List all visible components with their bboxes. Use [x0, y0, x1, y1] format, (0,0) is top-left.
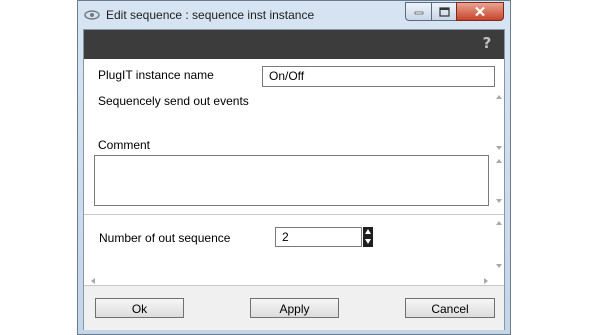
section-divider	[84, 214, 504, 215]
instance-name-label: PlugIT instance name	[98, 68, 214, 82]
dialog-window: Edit sequence : sequence inst instance ?…	[77, 0, 511, 335]
form-panel: PlugIT instance name On/Off Sequencely s…	[84, 59, 504, 285]
scroll-down-arrow-icon[interactable]	[496, 199, 502, 203]
scroll-up-arrow-icon[interactable]	[496, 159, 502, 163]
out-sequence-input[interactable]: 2	[275, 227, 362, 247]
scroll-right-arrow-icon[interactable]	[484, 278, 488, 284]
scroll-up-arrow-icon[interactable]	[496, 95, 502, 99]
scroll-down-arrow-icon[interactable]	[496, 264, 502, 268]
out-sequence-stepper[interactable]	[363, 227, 373, 247]
close-icon	[475, 6, 485, 17]
description-text: Sequencely send out events	[98, 94, 249, 108]
cancel-button[interactable]: Cancel	[405, 298, 495, 318]
stepper-down-icon[interactable]	[365, 239, 371, 244]
scroll-down-arrow-icon[interactable]	[496, 146, 502, 150]
stepper-up-icon[interactable]	[365, 229, 371, 234]
eye-icon	[84, 10, 100, 20]
scroll-left-arrow-icon[interactable]	[91, 278, 95, 284]
comment-label: Comment	[98, 138, 151, 152]
comment-scrollbar[interactable]	[494, 155, 504, 207]
lower-scrollbar[interactable]	[494, 217, 504, 273]
maximize-button[interactable]	[431, 2, 457, 21]
header-toolbar: ?	[84, 30, 504, 59]
description-scrollbar[interactable]	[494, 92, 504, 152]
out-sequence-label: Number of out sequence	[99, 231, 231, 245]
button-bar: Ok Apply Cancel	[84, 285, 504, 330]
maximize-icon	[438, 6, 450, 17]
close-button[interactable]	[456, 2, 504, 21]
minimize-icon	[414, 11, 423, 14]
scroll-up-arrow-icon[interactable]	[496, 221, 502, 225]
horizontal-scrollbar[interactable]	[84, 276, 504, 285]
instance-name-input[interactable]: On/Off	[262, 66, 495, 87]
help-icon[interactable]: ?	[480, 35, 494, 51]
dialog-client-area: ? PlugIT instance name On/Off Sequencely…	[83, 29, 505, 330]
title-bar[interactable]: Edit sequence : sequence inst instance	[78, 1, 510, 31]
window-title: Edit sequence : sequence inst instance	[106, 8, 315, 22]
apply-button[interactable]: Apply	[250, 298, 339, 318]
minimize-button[interactable]	[405, 2, 432, 21]
comment-textarea[interactable]	[94, 155, 489, 206]
ok-button[interactable]: Ok	[95, 298, 184, 318]
